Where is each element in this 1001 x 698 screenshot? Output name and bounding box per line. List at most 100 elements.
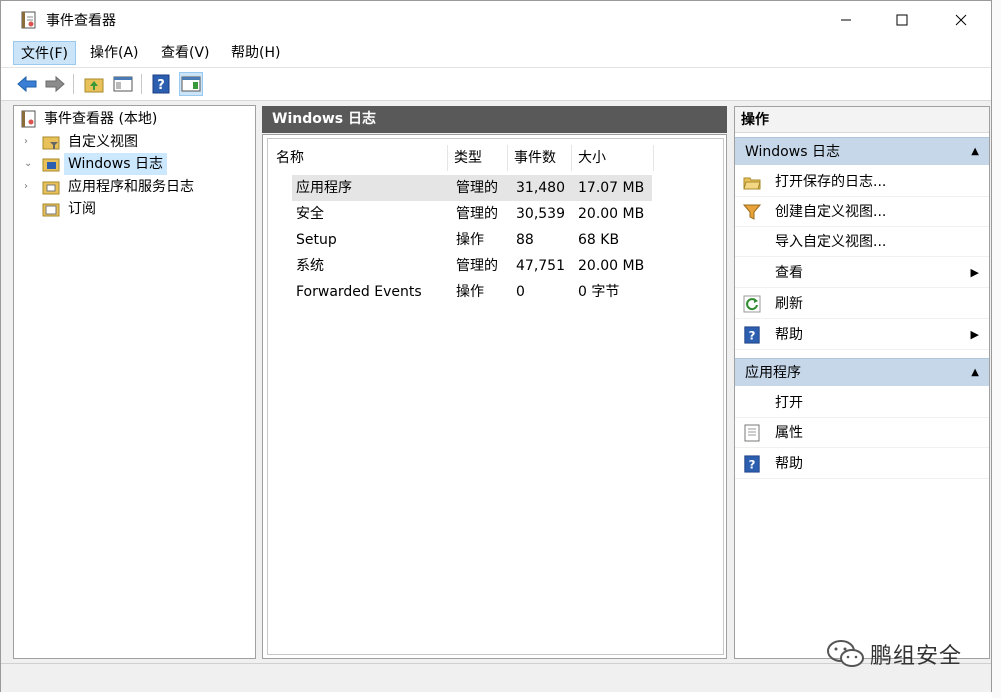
toolbar: ?	[1, 68, 991, 101]
action-label: 查看	[775, 265, 803, 281]
action-help-2[interactable]: ? 帮助	[735, 449, 989, 479]
help-icon: ?	[152, 74, 170, 94]
action-label: 打开	[775, 395, 803, 411]
results-pane-header: Windows 日志	[262, 106, 727, 133]
action-pane-icon	[181, 76, 201, 92]
tree-item-label: 订阅	[68, 201, 96, 217]
title-bar: 事件查看器	[1, 1, 991, 39]
cell-size: 0 字节	[578, 284, 620, 300]
event-viewer-icon	[21, 11, 36, 29]
help-toolbar-button[interactable]: ?	[149, 72, 173, 96]
subscriptions-icon	[42, 203, 60, 217]
action-label: 属性	[775, 425, 803, 441]
tree-item-windows-logs[interactable]: ⌄ Windows 日志	[20, 153, 250, 175]
menu-file[interactable]: 文件(F)	[13, 41, 76, 65]
cell-count: 88	[516, 232, 534, 248]
actions-pane: 操作 Windows 日志 ▲ 打开保存的日志... 创建自定义视图... 导入…	[734, 106, 990, 659]
chevron-right-icon[interactable]: ›	[24, 176, 34, 198]
menu-action[interactable]: 操作(A)	[83, 41, 146, 65]
cell-name: 安全	[296, 206, 324, 222]
windows-logs-folder-icon	[42, 158, 60, 172]
toolbar-separator	[141, 74, 142, 94]
action-refresh[interactable]: 刷新	[735, 289, 989, 319]
show-hide-tree-button[interactable]	[111, 72, 135, 96]
actions-section-application[interactable]: 应用程序 ▲	[735, 358, 989, 386]
chevron-right-icon[interactable]: ›	[24, 131, 34, 153]
cell-count: 47,751	[516, 258, 565, 274]
tree-root[interactable]: 事件查看器 (本地)	[20, 108, 250, 130]
cell-name: 应用程序	[296, 180, 352, 196]
wechat-logo-icon	[827, 640, 864, 667]
custom-view-folder-icon	[42, 136, 60, 150]
actions-section-windows-logs[interactable]: Windows 日志 ▲	[735, 137, 989, 165]
help-icon: ?	[744, 326, 760, 344]
properties-icon	[744, 424, 760, 442]
tree-item-app-service-logs[interactable]: › 应用程序和服务日志	[20, 176, 250, 198]
menu-view[interactable]: 查看(V)	[154, 41, 217, 65]
back-button[interactable]	[15, 72, 39, 96]
minimize-button[interactable]	[823, 1, 869, 39]
action-create-custom-view[interactable]: 创建自定义视图...	[735, 197, 989, 227]
action-label: 导入自定义视图...	[775, 234, 887, 250]
action-label: 创建自定义视图...	[775, 204, 887, 220]
actions-pane-title: 操作	[735, 107, 989, 133]
cell-count: 30,539	[516, 206, 565, 222]
svg-text:?: ?	[749, 329, 756, 343]
tree-item-subscriptions[interactable]: 订阅	[20, 198, 250, 220]
menu-bar: 文件(F) 操作(A) 查看(V) 帮助(H)	[1, 39, 991, 68]
cell-count: 0	[516, 284, 525, 300]
close-button[interactable]	[938, 1, 984, 39]
column-header-size[interactable]: 大小	[572, 145, 654, 171]
cell-type: 管理的	[456, 206, 498, 222]
action-label: 打开保存的日志...	[775, 174, 887, 190]
column-header-count[interactable]: 事件数	[508, 145, 572, 171]
close-icon	[955, 14, 967, 26]
open-folder-icon	[743, 177, 761, 190]
cell-size: 68 KB	[578, 232, 620, 248]
cell-name: Setup	[296, 232, 337, 248]
tree-item-label: 自定义视图	[68, 134, 138, 150]
background-window-edge	[992, 0, 1001, 698]
chevron-down-icon[interactable]: ⌄	[24, 153, 34, 175]
action-open-saved-log[interactable]: 打开保存的日志...	[735, 167, 989, 197]
collapse-triangle-icon[interactable]: ▲	[971, 138, 979, 166]
submenu-arrow-icon: ▶	[970, 266, 979, 279]
action-view[interactable]: 查看 ▶	[735, 258, 989, 288]
minimize-icon	[841, 19, 851, 21]
action-open[interactable]: 打开	[735, 388, 989, 418]
cell-type: 操作	[456, 232, 484, 248]
tree-item-label: 应用程序和服务日志	[68, 179, 194, 195]
cell-name: Forwarded Events	[296, 284, 422, 300]
back-arrow-icon	[17, 75, 37, 93]
cell-size: 20.00 MB	[578, 258, 645, 274]
section-label: Windows 日志	[745, 144, 840, 160]
menu-help[interactable]: 帮助(H)	[224, 41, 287, 65]
submenu-arrow-icon: ▶	[970, 328, 979, 341]
column-header-type[interactable]: 类型	[448, 145, 508, 171]
maximize-button[interactable]	[879, 1, 925, 39]
action-import-custom-view[interactable]: 导入自定义视图...	[735, 227, 989, 257]
cell-size: 20.00 MB	[578, 206, 645, 222]
cell-type: 管理的	[456, 258, 498, 274]
watermark: 鹏组安全	[826, 636, 976, 670]
section-label: 应用程序	[745, 365, 801, 381]
window-title: 事件查看器	[46, 13, 116, 29]
column-header-name[interactable]: 名称	[270, 145, 448, 171]
results-pane: 名称 类型 事件数 大小 应用程序 管理的 31,480 17.07 MB 安全…	[262, 134, 727, 659]
tree-item-custom-views[interactable]: › 自定义视图	[20, 131, 250, 153]
console-tree-icon	[113, 76, 133, 92]
maximize-icon	[896, 14, 908, 26]
action-label: 刷新	[775, 296, 803, 312]
forward-arrow-icon	[45, 75, 65, 93]
event-viewer-icon	[21, 110, 36, 128]
toolbar-separator	[73, 74, 74, 94]
collapse-triangle-icon[interactable]: ▲	[971, 359, 979, 387]
cell-name: 系统	[296, 258, 324, 274]
action-label: 帮助	[775, 456, 803, 472]
action-help[interactable]: ? 帮助 ▶	[735, 320, 989, 350]
cell-size: 17.07 MB	[578, 180, 645, 196]
up-folder-button[interactable]	[82, 72, 106, 96]
show-action-pane-button[interactable]	[179, 72, 203, 96]
action-properties[interactable]: 属性	[735, 418, 989, 448]
forward-button[interactable]	[43, 72, 67, 96]
